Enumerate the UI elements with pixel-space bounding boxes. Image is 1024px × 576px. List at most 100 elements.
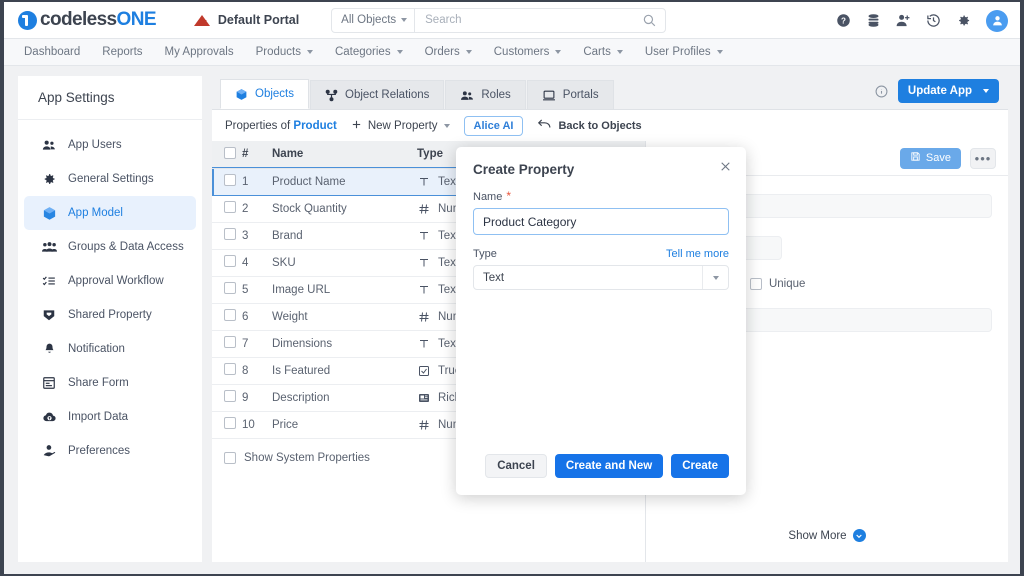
row-checkbox-cell[interactable] [212, 330, 242, 358]
database-icon[interactable] [866, 13, 881, 28]
unique-label: Unique [768, 278, 806, 290]
more-actions-button[interactable]: ••• [970, 147, 996, 169]
sidebar-item-app-model[interactable]: App Model [24, 196, 196, 230]
history-icon[interactable] [926, 13, 941, 28]
unique-option[interactable]: Unique [749, 278, 806, 290]
create-and-new-button[interactable]: Create and New [554, 454, 664, 478]
sidebar-item-label: Notification [68, 343, 125, 355]
tab-portals[interactable]: Portals [526, 80, 614, 109]
show-system-properties-checkbox[interactable] [224, 451, 236, 464]
menu-item-reports[interactable]: Reports [102, 46, 142, 58]
text-icon [417, 284, 431, 296]
row-checkbox[interactable] [224, 174, 236, 186]
row-number: 8 [242, 357, 272, 385]
row-checkbox-cell[interactable] [212, 249, 242, 277]
row-checkbox-cell[interactable] [212, 384, 242, 412]
info-icon[interactable] [875, 85, 888, 98]
sidebar-item-shared-property[interactable]: Shared Property [24, 298, 196, 332]
row-checkbox[interactable] [224, 201, 236, 213]
row-checkbox[interactable] [224, 390, 236, 402]
cancel-button[interactable]: Cancel [485, 454, 547, 478]
sidebar-item-preferences[interactable]: Preferences [24, 434, 196, 468]
menu-item-my-approvals[interactable]: My Approvals [165, 46, 234, 58]
type-dropdown[interactable]: Text [473, 265, 729, 290]
name-input[interactable] [473, 208, 729, 235]
row-checkbox[interactable] [224, 309, 236, 321]
object-name-link[interactable]: Product [293, 120, 336, 132]
search-input[interactable] [415, 14, 643, 26]
add-user-icon[interactable] [896, 13, 911, 28]
tab-bar-actions: Update App [875, 79, 999, 103]
row-checkbox[interactable] [224, 417, 236, 429]
row-checkbox-cell[interactable] [212, 303, 242, 331]
tab-roles[interactable]: Roles [445, 80, 526, 109]
alice-ai-button[interactable]: Alice AI [463, 115, 524, 136]
column-header-name[interactable]: Name [272, 141, 417, 169]
menu-item-orders[interactable]: Orders [425, 46, 472, 58]
new-property-button[interactable]: New Property [351, 119, 450, 133]
sidebar-item-import-data[interactable]: Import Data [24, 400, 196, 434]
row-name: Product Name [272, 168, 417, 196]
menu-item-products[interactable]: Products [256, 46, 313, 58]
close-icon[interactable] [719, 160, 732, 173]
menu-item-label: My Approvals [164, 46, 234, 58]
sidebar-item-share-form[interactable]: Share Form [24, 366, 196, 400]
menu-item-dashboard[interactable]: Dashboard [24, 46, 80, 58]
sidebar: App Settings App Users General Settings [18, 76, 202, 562]
menu-item-categories[interactable]: Categories [335, 46, 403, 58]
sidebar-item-general-settings[interactable]: General Settings [24, 162, 196, 196]
menu-item-customers[interactable]: Customers [494, 46, 562, 58]
row-checkbox[interactable] [224, 282, 236, 294]
row-checkbox[interactable] [224, 255, 236, 267]
app-logo[interactable]: codelessONE [18, 9, 157, 31]
row-checkbox[interactable] [224, 363, 236, 375]
chevron-down-circle-icon [852, 529, 866, 542]
gear-icon[interactable] [956, 13, 971, 28]
back-arrow-icon [537, 118, 551, 133]
chevron-down-icon[interactable] [702, 266, 728, 289]
select-all-checkbox[interactable] [224, 146, 236, 159]
row-checkbox[interactable] [224, 336, 236, 348]
row-checkbox-cell[interactable] [212, 168, 242, 196]
tab-object-relations[interactable]: Object Relations [310, 80, 445, 109]
create-button[interactable]: Create [671, 454, 729, 478]
save-button[interactable]: Save [899, 147, 961, 169]
required-asterisk: * [506, 189, 512, 203]
menu-item-user-profiles[interactable]: User Profiles [645, 46, 723, 58]
column-header-num[interactable]: # [242, 141, 272, 169]
menu-item-label: User Profiles [644, 46, 711, 58]
row-checkbox-cell[interactable] [212, 357, 242, 385]
object-scope-dropdown[interactable]: All Objects [332, 8, 416, 32]
menu-item-carts[interactable]: Carts [583, 46, 623, 58]
portal-selector[interactable]: Default Portal [193, 13, 299, 27]
tab-objects[interactable]: Objects [220, 79, 309, 109]
preferences-icon [41, 444, 57, 458]
form-icon [41, 376, 57, 390]
logo-text: codelessONE [40, 9, 157, 31]
show-more-button[interactable]: Show More [646, 529, 1008, 542]
row-checkbox-cell[interactable] [212, 276, 242, 304]
sidebar-title: App Settings [18, 76, 202, 120]
type-field-header: Type Tell me more [473, 248, 729, 260]
tell-me-more-link[interactable]: Tell me more [666, 248, 729, 260]
row-checkbox-cell[interactable] [212, 411, 242, 439]
sidebar-item-groups-data-access[interactable]: Groups & Data Access [24, 230, 196, 264]
row-checkbox[interactable] [224, 228, 236, 240]
text-icon [417, 230, 431, 242]
row-checkbox-cell[interactable] [212, 195, 242, 223]
update-app-button[interactable]: Update App [897, 79, 999, 103]
sidebar-item-notification[interactable]: Notification [24, 332, 196, 366]
menu-item-label: Orders [424, 46, 460, 58]
avatar[interactable] [986, 9, 1008, 32]
search-icon[interactable] [642, 13, 656, 27]
select-all-header[interactable] [212, 141, 242, 169]
back-to-objects-button[interactable]: Back to Objects [537, 118, 642, 133]
sidebar-item-approval-workflow[interactable]: Approval Workflow [24, 264, 196, 298]
sidebar-item-label: General Settings [68, 173, 154, 185]
sidebar-item-app-users[interactable]: App Users [24, 128, 196, 162]
row-checkbox-cell[interactable] [212, 222, 242, 250]
chevron-down-icon [401, 18, 408, 22]
help-icon[interactable]: ? [836, 13, 851, 28]
unique-checkbox[interactable] [749, 278, 762, 290]
menu-item-label: Dashboard [24, 46, 81, 58]
